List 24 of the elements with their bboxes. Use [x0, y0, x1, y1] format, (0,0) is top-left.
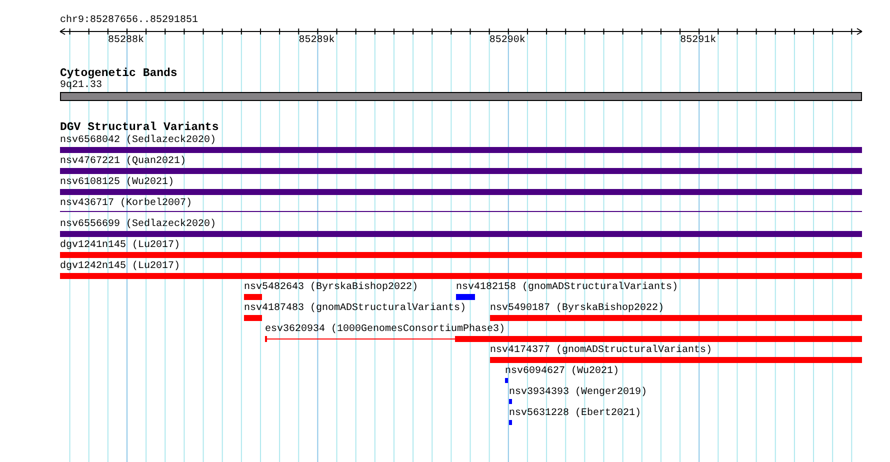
ruler-tick-label: 85291k: [680, 35, 716, 47]
feature-label: nsv4182158 (gnomADStructuralVariants): [456, 282, 678, 294]
feature-label: nsv5631228 (Ebert2021): [509, 408, 642, 420]
feature-label: nsv6094627 (Wu2021): [505, 366, 620, 378]
location-label: chr9:85287656..85291851: [60, 15, 198, 27]
feature-label: 9q21.33: [60, 80, 102, 92]
feature-label: nsv4767221 (Quan2021): [60, 156, 186, 168]
feature-label: nsv5490187 (ByrskaBishop2022): [490, 303, 664, 315]
feature-label: nsv436717 (Korbel2007): [60, 198, 192, 210]
feature-label: nsv6556699 (Sedlazeck2020): [60, 219, 216, 231]
feature-label: dgv1242n145 (Lu2017): [60, 261, 180, 273]
feature-label: nsv4174377 (gnomADStructuralVariants): [490, 345, 712, 357]
feature-label: nsv6568042 (Sedlazeck2020): [60, 135, 216, 147]
feature-label: nsv3934393 (Wenger2019): [509, 387, 648, 399]
ruler-tick-label: 85288k: [108, 35, 144, 47]
track-title: Cytogenetic Bands: [60, 68, 178, 80]
feature-label: nsv6108125 (Wu2021): [60, 177, 174, 189]
ruler-tick-label: 85290k: [489, 35, 526, 47]
ruler-tick-label: 85289k: [298, 35, 335, 47]
feature-label: esv3620934 (1000GenomesConsortiumPhase3): [265, 324, 506, 336]
track-title: DGV Structural Variants: [60, 122, 219, 134]
feature-label: nsv5482643 (ByrskaBishop2022): [244, 282, 418, 294]
feature-label: nsv4187483 (gnomADStructuralVariants): [244, 303, 466, 315]
feature-label: dgv1241n145 (Lu2017): [60, 240, 180, 252]
